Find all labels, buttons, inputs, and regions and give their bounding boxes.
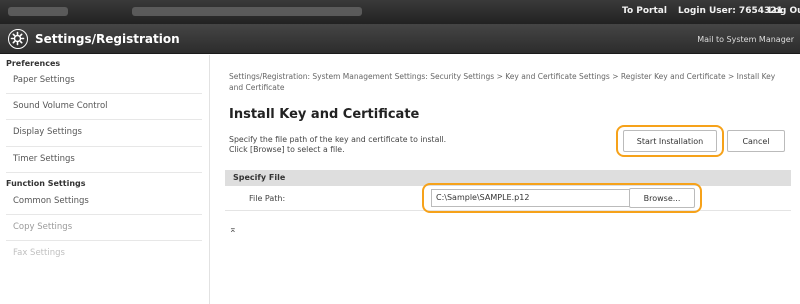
divider — [6, 93, 202, 94]
title-bar: Settings/Registration Mail to System Man… — [0, 24, 800, 54]
page-title: Settings/Registration — [35, 32, 180, 46]
scroll-to-top-icon[interactable]: ⌅ — [229, 225, 237, 235]
divider — [6, 172, 202, 173]
divider — [6, 214, 202, 215]
sidebar: Preferences Paper Settings Sound Volume … — [0, 55, 210, 304]
sidebar-item-timer-settings[interactable]: Timer Settings — [13, 154, 75, 164]
divider — [6, 240, 202, 241]
cancel-button[interactable]: Cancel — [727, 130, 785, 152]
sidebar-item-paper-settings[interactable]: Paper Settings — [13, 75, 75, 85]
start-installation-button[interactable]: Start Installation — [623, 130, 717, 152]
file-path-label: File Path: — [249, 194, 286, 203]
instruction-line-1: Specify the file path of the key and cer… — [229, 135, 447, 144]
mail-to-system-manager-link[interactable]: Mail to System Manager — [697, 35, 794, 44]
blurred-device-name — [8, 7, 68, 16]
sidebar-item-fax-settings[interactable]: Fax Settings — [13, 248, 65, 258]
sidebar-item-common-settings[interactable]: Common Settings — [13, 196, 89, 206]
main-content: Settings/Registration: System Management… — [211, 55, 800, 304]
section-title: Install Key and Certificate — [229, 107, 420, 122]
divider — [6, 119, 202, 120]
blurred-device-info — [132, 7, 362, 16]
instructions: Specify the file path of the key and cer… — [229, 135, 446, 155]
sidebar-heading-function-settings: Function Settings — [6, 179, 86, 188]
sidebar-item-display-settings[interactable]: Display Settings — [13, 127, 82, 137]
log-out-link[interactable]: Log Out — [768, 6, 800, 16]
sidebar-item-sound-volume-control[interactable]: Sound Volume Control — [13, 101, 108, 111]
sidebar-heading-preferences: Preferences — [6, 59, 61, 68]
settings-gear-icon — [8, 29, 28, 49]
browse-button[interactable]: Browse... — [629, 188, 695, 208]
to-portal-link[interactable]: To Portal — [622, 6, 667, 16]
sidebar-item-copy-settings[interactable]: Copy Settings — [13, 222, 72, 232]
divider — [6, 146, 202, 147]
top-bar: To Portal Login User: 7654321 Log Out — [0, 0, 800, 24]
breadcrumb: Settings/Registration: System Management… — [229, 72, 776, 92]
instruction-line-2: Click [Browse] to select a file. — [229, 145, 345, 154]
